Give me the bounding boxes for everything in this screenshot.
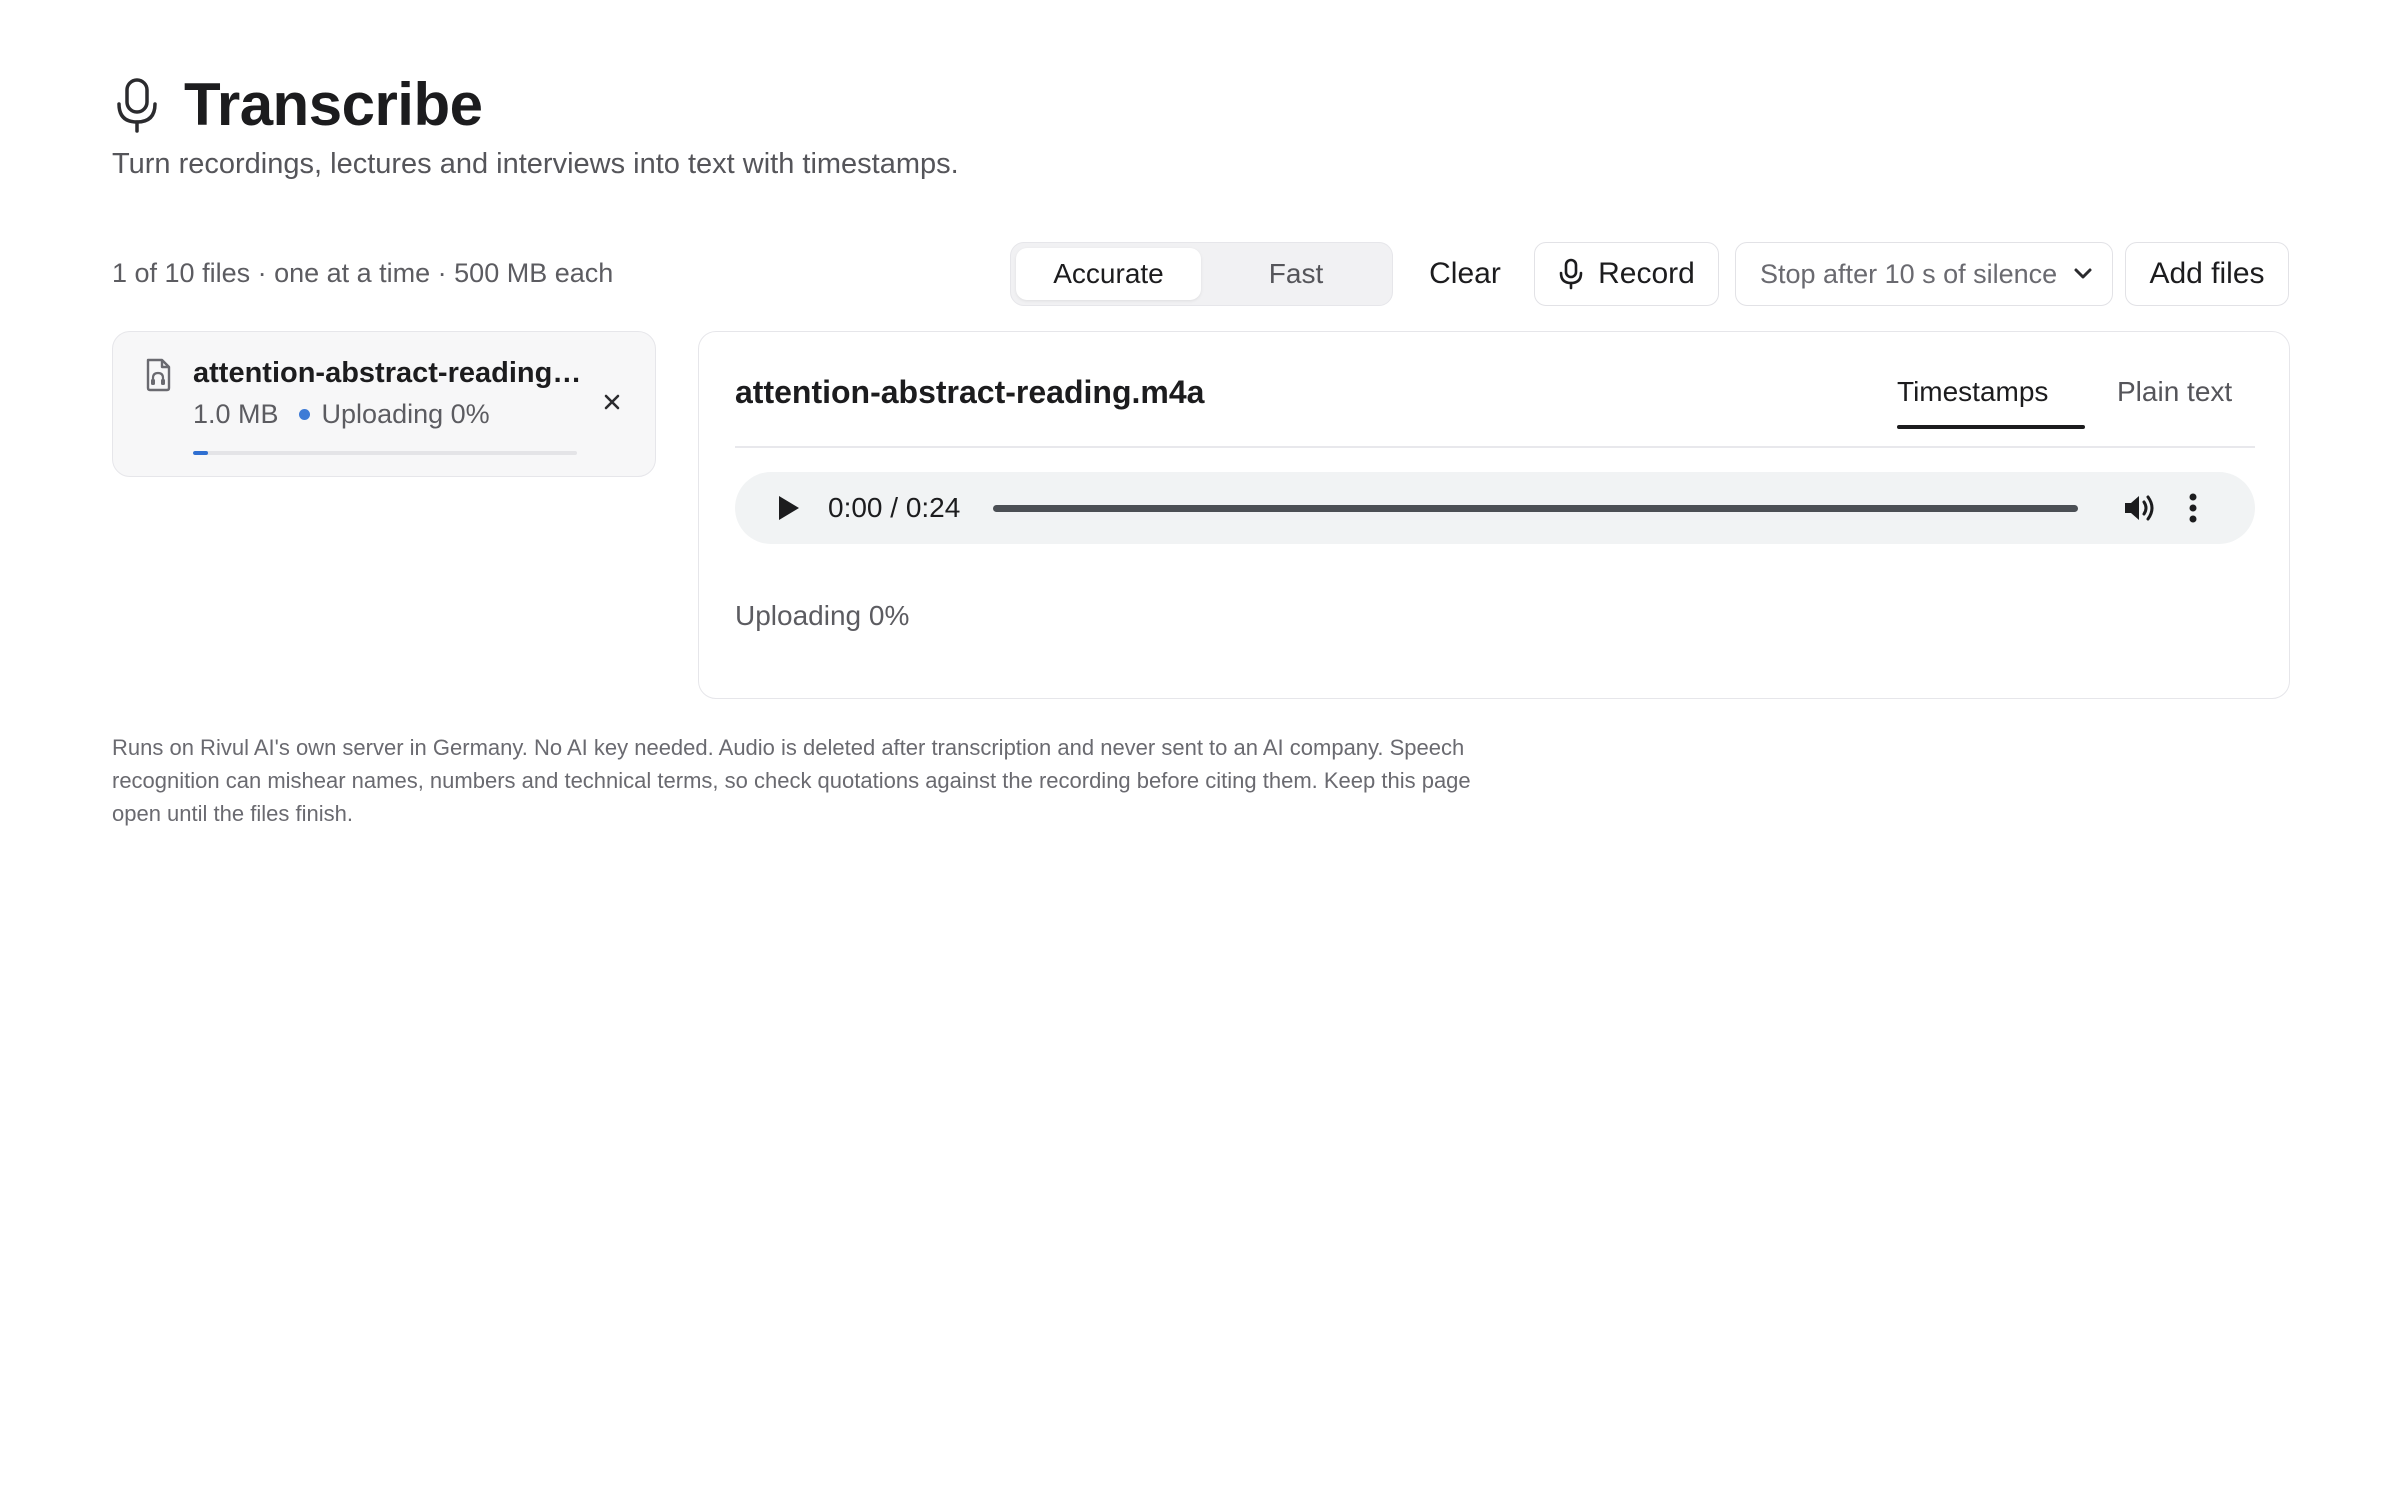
tab-timestamps[interactable]: Timestamps [1897,376,2048,408]
mode-fast-button[interactable]: Fast [1205,248,1387,300]
silence-stop-select[interactable]: Stop after 10 s of silence [1735,242,2113,306]
file-meta: 1.0 MB Uploading 0% [193,399,490,430]
privacy-footnote: Runs on Rivul AI's own server in Germany… [112,735,1471,826]
file-status: Uploading 0% [321,399,490,429]
volume-icon[interactable] [2123,492,2157,524]
record-button[interactable]: Record [1534,242,1719,306]
page-subtitle: Turn recordings, lectures and interviews… [112,148,959,180]
upload-progress-fill [193,451,209,455]
file-size: 1.0 MB [193,399,279,429]
page-title: Transcribe [184,71,483,138]
seek-slider[interactable] [993,505,2078,512]
active-tab-indicator [1897,425,2085,429]
microphone-icon [117,77,157,133]
tab-plain-text[interactable]: Plain text [2117,376,2232,408]
file-name: attention-abstract-reading… [193,357,582,389]
transcript-file-name: attention-abstract-reading.m4a [735,374,1205,410]
status-dot [298,409,310,420]
file-list-item[interactable]: attention-abstract-reading… 1.0 MB Uploa… [112,331,656,477]
upload-progress-bar [193,451,577,455]
more-options-icon[interactable] [2187,492,2199,524]
playback-time: 0:00 / 0:24 [828,492,961,523]
divider [735,446,2255,448]
audio-file-icon [146,358,171,392]
file-limit-status: 1 of 10 files · one at a time · 500 MB e… [112,258,614,288]
play-icon[interactable] [775,494,801,522]
close-icon[interactable] [597,387,627,417]
transcript-panel: attention-abstract-reading.m4a Timestamp… [698,331,2290,699]
mode-segmented-control: Accurate Fast [1010,242,1393,306]
audio-player: 0:00 / 0:24 [735,472,2255,544]
page-header: Transcribe [112,70,483,139]
title-row: Transcribe [112,70,483,139]
clear-button[interactable]: Clear [1410,242,1520,306]
microphone-icon [1559,258,1583,290]
silence-stop-value: Stop after 10 s of silence [1760,258,2058,289]
transcript-status: Uploading 0% [735,600,910,631]
mode-accurate-button[interactable]: Accurate [1016,248,1201,300]
chevron-down-icon [2074,268,2092,279]
add-files-button[interactable]: Add files [2125,242,2289,306]
record-button-label: Record [1598,257,1695,290]
